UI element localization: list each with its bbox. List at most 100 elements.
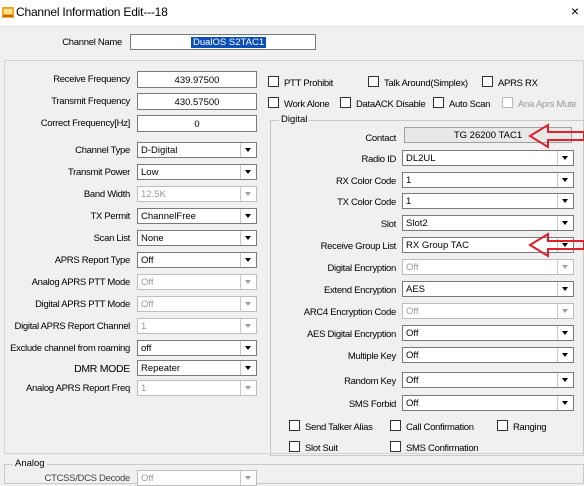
random-key-select[interactable]: Off xyxy=(402,372,574,388)
chevron-down-icon xyxy=(240,341,256,355)
aprs-rx-checkbox[interactable]: APRS RX xyxy=(482,76,538,89)
transmit-power-label: Transmit Power xyxy=(68,167,130,178)
radio-id-label: Radio ID xyxy=(361,154,396,165)
receive-group-list-label: Receive Group List xyxy=(320,241,397,252)
transmit-power-select[interactable]: Low xyxy=(137,164,257,180)
aprs-report-type-select[interactable]: Off xyxy=(137,252,257,268)
window-title: Channel Information Edit---18 xyxy=(16,5,168,19)
annotation-arrow-icon xyxy=(528,232,584,258)
channel-name-label: Channel Name xyxy=(62,37,122,48)
digital-encryption-select[interactable]: Off xyxy=(402,259,574,275)
chevron-down-icon xyxy=(240,381,256,395)
chevron-down-icon xyxy=(240,361,256,375)
digital-group-title: Digital xyxy=(279,114,310,125)
contact-label: Contact xyxy=(365,133,396,144)
app-icon xyxy=(2,7,14,18)
auto-scan-checkbox[interactable]: Auto Scan xyxy=(433,97,490,110)
analog-aprs-freq-select[interactable]: 1 xyxy=(137,380,257,396)
band-width-label: Band Width xyxy=(83,189,130,200)
chevron-down-icon xyxy=(557,326,573,340)
chevron-down-icon xyxy=(557,216,573,230)
chevron-down-icon xyxy=(240,165,256,179)
ranging-checkbox[interactable]: Ranging xyxy=(497,420,547,433)
close-icon[interactable]: × xyxy=(566,3,584,19)
receive-frequency-label: Receive Frequency xyxy=(53,74,130,85)
send-talker-alias-checkbox[interactable]: Send Talker Alias xyxy=(289,420,373,433)
channel-name-value: DualOS S2TAC1 xyxy=(191,37,267,48)
random-key-label: Random Key xyxy=(344,376,396,387)
chevron-down-icon xyxy=(557,396,573,410)
rx-color-code-select[interactable]: 1 xyxy=(402,172,574,188)
digital-aprs-ptt-label: Digital APRS PTT Mode xyxy=(35,299,130,310)
work-alone-checkbox[interactable]: Work Alone xyxy=(268,97,330,110)
chevron-down-icon xyxy=(557,260,573,274)
transmit-frequency-input[interactable]: 430.57500 xyxy=(137,93,257,110)
aes-digital-encryption-select[interactable]: Off xyxy=(402,325,574,341)
chevron-down-icon xyxy=(240,209,256,223)
ana-aprs-mute-checkbox[interactable]: Ana Aprs Mute xyxy=(502,97,577,110)
chevron-down-icon xyxy=(240,471,256,485)
exclude-roaming-label: Exclude channel from roaming xyxy=(10,343,130,354)
correct-frequency-input[interactable]: 0 xyxy=(137,115,257,132)
scan-list-select[interactable]: None xyxy=(137,230,257,246)
aprs-report-type-label: APRS Report Type xyxy=(54,255,131,266)
chevron-down-icon xyxy=(240,275,256,289)
dmr-mode-select[interactable]: Repeater xyxy=(137,360,257,376)
exclude-roaming-select[interactable]: off xyxy=(137,340,257,356)
chevron-down-icon xyxy=(240,297,256,311)
ctcss-dcs-decode-select[interactable]: Off xyxy=(137,470,257,486)
chevron-down-icon xyxy=(240,187,256,201)
chevron-down-icon xyxy=(240,253,256,267)
channel-type-select[interactable]: D-Digital xyxy=(137,142,257,158)
ptt-prohibit-checkbox[interactable]: PTT Prohibit xyxy=(268,76,333,89)
extend-encryption-label: Extend Encryption xyxy=(324,285,396,296)
chevron-down-icon xyxy=(557,151,573,165)
tx-color-code-label: TX Color Code xyxy=(337,197,396,208)
digital-encryption-label: Digital Encryption xyxy=(327,263,396,274)
annotation-arrow-icon xyxy=(528,123,584,149)
call-confirmation-checkbox[interactable]: Call Confirmation xyxy=(390,420,474,433)
analog-aprs-ptt-label: Analog APRS PTT Mode xyxy=(31,277,131,288)
multiple-key-select[interactable]: Off xyxy=(402,347,574,363)
digital-aprs-ptt-select[interactable]: Off xyxy=(137,296,257,312)
sms-forbid-select[interactable]: Off xyxy=(402,395,574,411)
chevron-down-icon xyxy=(557,304,573,318)
dmr-mode-label: DMR MODE xyxy=(74,363,130,375)
extend-encryption-select[interactable]: AES xyxy=(402,281,574,297)
rx-color-code-label: RX Color Code xyxy=(336,176,396,187)
digital-aprs-channel-label: Digital APRS Report Channel xyxy=(14,321,131,332)
chevron-down-icon xyxy=(557,173,573,187)
talk-around-checkbox[interactable]: Talk Around(Simplex) xyxy=(368,76,468,89)
analog-group-title: Analog xyxy=(13,458,47,469)
chevron-down-icon xyxy=(557,194,573,208)
chevron-down-icon xyxy=(557,282,573,296)
tx-permit-label: TX Permit xyxy=(90,211,130,222)
chevron-down-icon xyxy=(240,143,256,157)
chevron-down-icon xyxy=(240,231,256,245)
correct-frequency-value: 0 xyxy=(194,119,200,130)
dataack-disable-checkbox[interactable]: DataACK Disable xyxy=(340,97,426,110)
slot-suit-checkbox[interactable]: Slot Suit xyxy=(289,441,338,454)
arc4-encryption-code-label: ARC4 Encryption Code xyxy=(303,307,397,318)
analog-aprs-freq-label: Analog APRS Report Freq xyxy=(26,383,130,394)
tx-permit-select[interactable]: ChannelFree xyxy=(137,208,257,224)
scan-list-label: Scan List xyxy=(93,233,131,244)
title-bar: Channel Information Edit---18 × xyxy=(0,0,584,27)
receive-frequency-input[interactable]: 439.97500 xyxy=(137,71,257,88)
chevron-down-icon xyxy=(240,319,256,333)
aes-digital-encryption-label: AES Digital Encryption xyxy=(307,329,396,340)
channel-type-label: Channel Type xyxy=(75,145,130,156)
radio-id-select[interactable]: DL2UL xyxy=(402,150,574,166)
slot-select[interactable]: Slot2 xyxy=(402,215,574,231)
slot-label: Slot xyxy=(380,219,396,230)
sms-forbid-label: SMS Forbid xyxy=(348,399,396,410)
channel-name-input[interactable]: DualOS S2TAC1 xyxy=(130,34,316,50)
arc4-encryption-code-select[interactable]: Off xyxy=(402,303,574,319)
digital-aprs-channel-select[interactable]: 1 xyxy=(137,318,257,334)
tx-color-code-select[interactable]: 1 xyxy=(402,193,574,209)
analog-aprs-ptt-select[interactable]: Off xyxy=(137,274,257,290)
sms-confirmation-checkbox[interactable]: SMS Confirmation xyxy=(390,441,479,454)
chevron-down-icon xyxy=(557,348,573,362)
receive-frequency-value: 439.97500 xyxy=(174,75,220,86)
band-width-select[interactable]: 12.5K xyxy=(137,186,257,202)
